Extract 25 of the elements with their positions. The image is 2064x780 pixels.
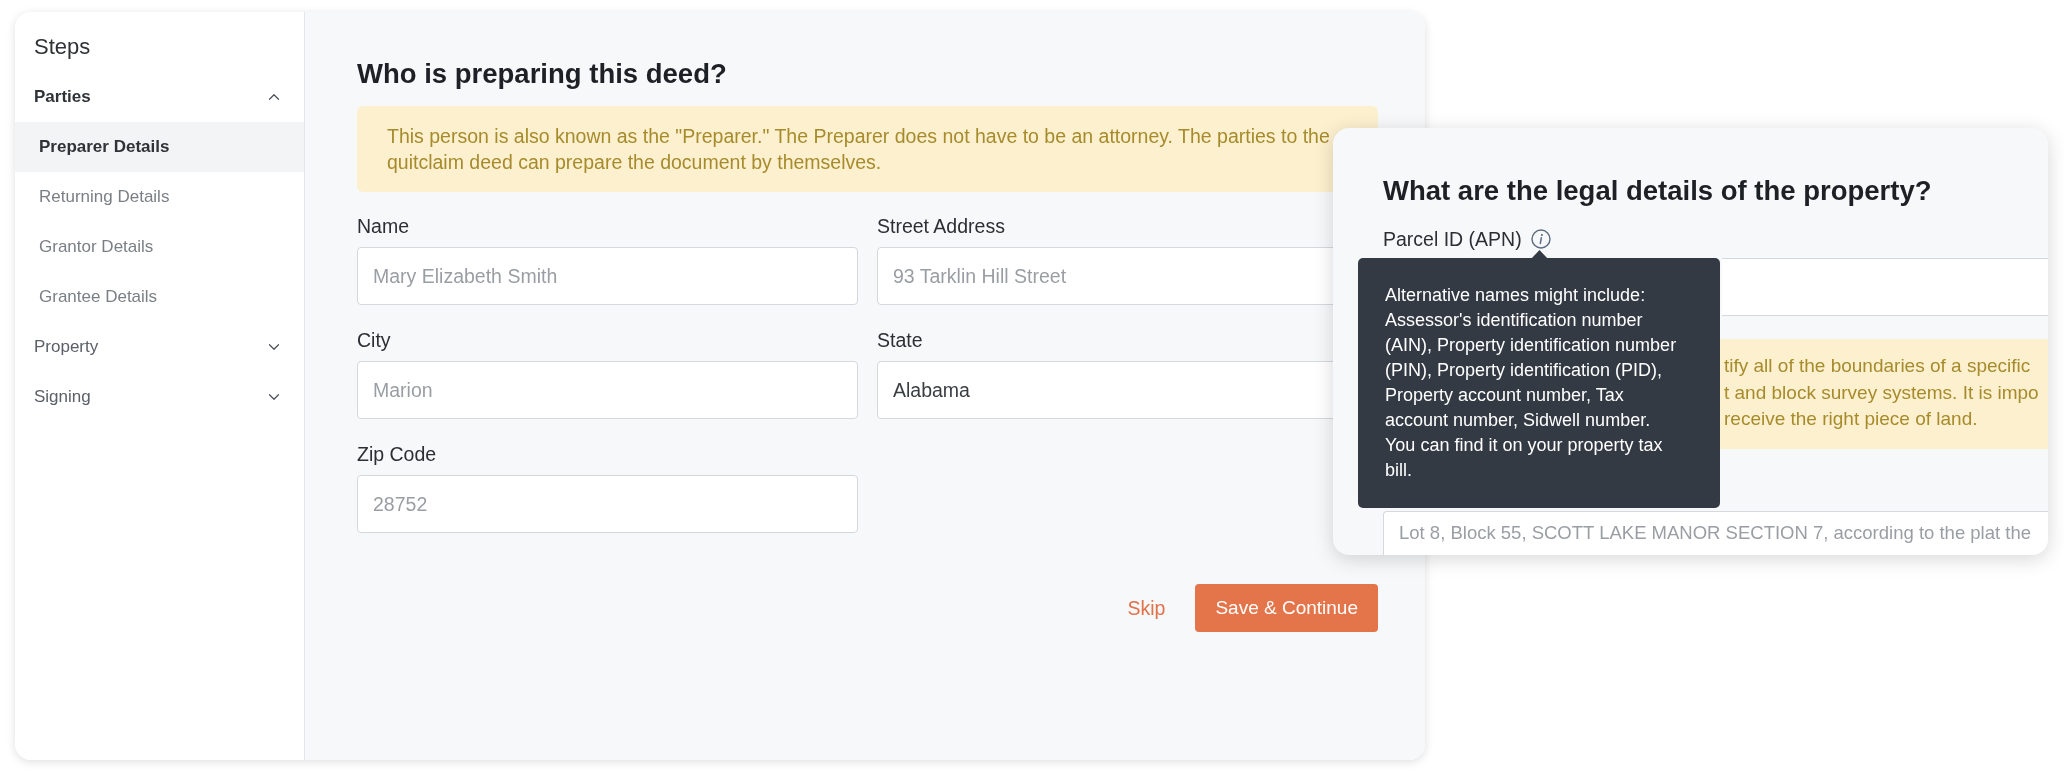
- textarea-field[interactable]: Lot 8, Block 55, SCOTT LAKE MANOR SECTION 7, according to the plat the: [1383, 511, 2048, 555]
- input-field[interactable]: 28752: [357, 475, 858, 533]
- input-field[interactable]: [1722, 258, 2048, 316]
- sidebar-item[interactable]: Returning Details: [15, 172, 304, 222]
- sidebar-item[interactable]: Preparer Details: [15, 122, 304, 172]
- input-field[interactable]: Marion: [357, 361, 858, 419]
- field-label: Zip Code: [357, 442, 437, 466]
- info-notice: tify all of the boundaries of a specific t and block survey systems. It is impo receive the right piece of land.: [1720, 339, 2048, 449]
- sidebar-item[interactable]: Grantee Details: [15, 272, 304, 322]
- sidebar-item[interactable]: Grantor Details: [15, 222, 304, 272]
- field-label: City: [357, 328, 391, 352]
- sidebar-title: Steps: [34, 33, 91, 61]
- form-title: Who is preparing this deed?: [357, 57, 728, 91]
- tooltip: Alternative names might include: Assessor's identification number (AIN), Property identification number (PIN), Property identification (PID), Property account number, Tax account number, Sidwell number. You can find it on your property tax bill.: [1358, 258, 1720, 508]
- sidebar-group[interactable]: Signing: [15, 372, 304, 422]
- field-label: State: [877, 328, 923, 352]
- field-label: Parcel ID (APN): [1383, 227, 1522, 251]
- input-field[interactable]: Mary Elizabeth Smith: [357, 247, 858, 305]
- field-label: Name: [357, 214, 410, 238]
- field-label: Street Address: [877, 214, 1005, 238]
- sidebar-group[interactable]: Property: [15, 322, 304, 372]
- info-notice: This person is also known as the "Preparer." The Preparer does not have to be an attorney. The parties to the quitclaim deed can prepare the document by themselves.: [357, 106, 1378, 192]
- info-icon[interactable]: [1530, 229, 1551, 249]
- sidebar-group[interactable]: Parties: [15, 72, 304, 122]
- form-title: What are the legal details of the property?: [1383, 174, 1933, 208]
